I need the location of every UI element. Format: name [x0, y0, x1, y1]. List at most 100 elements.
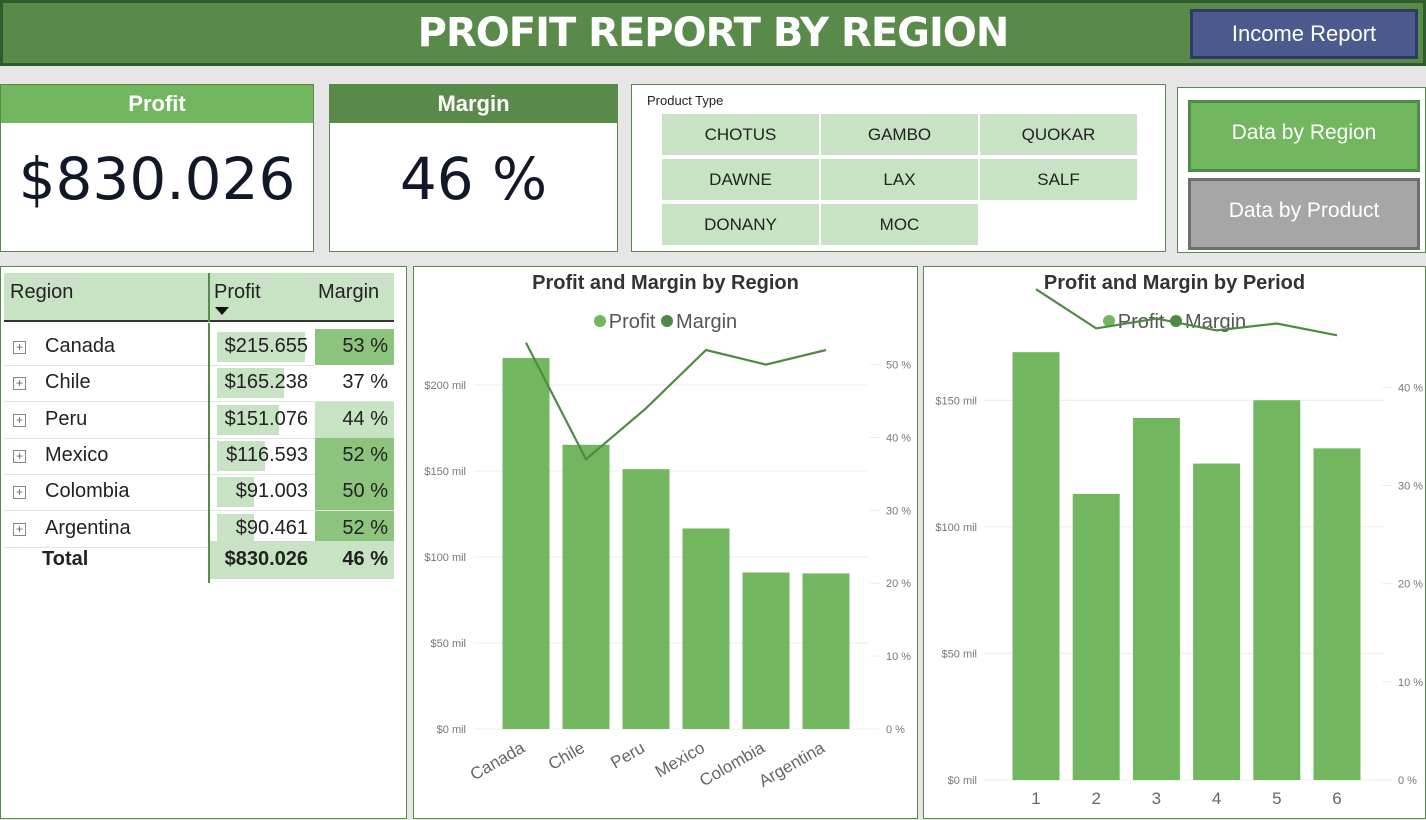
y-axis-left-tick-label: $100 mil	[935, 522, 977, 534]
y-axis-right-tick-label: 10 %	[886, 651, 911, 663]
region-table-panel: Region Profit Margin + Canada $215.655 53 %…	[0, 266, 407, 819]
profit-bar	[562, 444, 610, 729]
table-row[interactable]: + Colombia $91.003 50 %	[4, 474, 394, 512]
table-row[interactable]: + Canada $215.655 53 %	[4, 329, 394, 366]
total-margin: 46 %	[342, 548, 388, 570]
column-header-region[interactable]: Region	[10, 281, 73, 304]
y-axis-left-tick-label: $0 mil	[437, 724, 466, 736]
total-profit: $830.026	[224, 548, 308, 570]
row-profit: $91.003	[235, 480, 308, 503]
profit-bar	[502, 358, 550, 729]
expand-icon[interactable]: +	[13, 522, 26, 536]
expand-icon[interactable]: +	[13, 413, 26, 427]
slicer-option-dawne[interactable]: DAWNE	[662, 159, 819, 200]
y-axis-left-tick-label: $150 mil	[424, 466, 466, 478]
y-axis-right-tick-label: 30 %	[886, 505, 911, 517]
y-axis-left-tick-label: $150 mil	[935, 395, 977, 407]
expand-icon[interactable]: +	[13, 341, 26, 354]
x-axis-category-label: 6	[1332, 789, 1341, 808]
x-axis-category-label: 3	[1152, 789, 1161, 808]
y-axis-left-tick-label: $100 mil	[424, 552, 466, 564]
row-region: Chile	[45, 371, 91, 394]
y-axis-left-tick-label: $50 mil	[431, 638, 466, 650]
slicer-option-gambo[interactable]: GAMBO	[821, 114, 978, 155]
profit-bar	[742, 572, 790, 729]
data-by-product-button[interactable]: Data by Product	[1188, 178, 1420, 250]
x-axis-category-label: 2	[1091, 789, 1100, 808]
slicer-option-lax[interactable]: LAX	[821, 159, 978, 200]
margin-line	[1035, 288, 1338, 337]
data-by-region-button[interactable]: Data by Region	[1188, 100, 1420, 172]
row-region: Mexico	[45, 443, 109, 466]
profit-bar	[682, 528, 730, 729]
row-profit: $151.076	[224, 407, 308, 430]
chart-plot-region: $0 mil $50 mil $100 mil $150 mil $200 mil 0 %…	[424, 342, 911, 791]
column-header-profit[interactable]: Profit	[214, 281, 261, 304]
row-margin: 53 %	[342, 335, 388, 357]
column-header-margin[interactable]: Margin	[318, 281, 379, 304]
profit-card: Profit $830.026	[0, 84, 314, 252]
y-axis-right-tick-label: 40 %	[886, 432, 911, 444]
expand-icon[interactable]: +	[13, 377, 26, 391]
x-axis-category-label: Argentina	[755, 738, 828, 791]
table-total-row: Total $830.026 46 %	[4, 541, 394, 579]
x-axis-category-label: Peru	[607, 738, 648, 772]
x-axis-category-label: Chile	[545, 738, 588, 774]
row-profit: $165.238	[224, 371, 308, 394]
row-margin: 44 %	[342, 407, 388, 430]
slicer-option-donany[interactable]: DONANY	[662, 204, 819, 245]
slicer-option-salf[interactable]: SALF	[980, 159, 1137, 200]
slicer-option-quokar[interactable]: QUOKAR	[980, 114, 1137, 155]
region-table: Region Profit Margin + Canada $215.655 53 %…	[4, 273, 394, 773]
row-margin: 52 %	[342, 443, 388, 466]
profit-bar	[1313, 448, 1361, 780]
margin-cell: 44 %	[315, 401, 394, 438]
row-region: Canada	[45, 335, 116, 357]
profit-bar	[1132, 417, 1180, 780]
table-row[interactable]: + Peru $151.076 44 %	[4, 401, 394, 439]
y-axis-left-tick-label: $0 mil	[948, 775, 977, 787]
expand-icon[interactable]: +	[13, 486, 26, 500]
profit-card-value: $830.026	[18, 145, 296, 213]
margin-cell: 50 %	[315, 474, 394, 511]
y-axis-right-tick-label: 0 %	[1398, 775, 1417, 787]
chart-profit-margin-by-region: Profit and Margin by Region Profit Margi…	[413, 266, 918, 819]
chart-profit-margin-by-period: Profit and Margin by Period Profit Margi…	[923, 266, 1426, 819]
slicer-option-chotus[interactable]: CHOTUS	[662, 114, 819, 155]
profit-bar	[802, 573, 850, 729]
x-axis-category-label: Colombia	[696, 738, 768, 791]
chart-plot-period: $0 mil $50 mil $100 mil $150 mil 0 % 10 % 20 %…	[935, 288, 1423, 808]
row-profit: $90.461	[235, 516, 308, 539]
y-axis-left-tick-label: $50 mil	[942, 648, 977, 660]
margin-card-label: Margin	[330, 85, 617, 123]
table-row[interactable]: + Mexico $116.593 52 %	[4, 437, 394, 475]
slicer-option-moc[interactable]: MOC	[821, 204, 978, 245]
y-axis-right-tick-label: 40 %	[1398, 382, 1423, 394]
profit-bar	[1072, 493, 1120, 780]
x-axis-category-label: 4	[1212, 789, 1221, 808]
y-axis-right-tick-label: 50 %	[886, 360, 911, 372]
x-axis-category-label: Canada	[467, 738, 529, 785]
row-profit: $116.593	[226, 443, 308, 466]
income-report-button[interactable]: Income Report	[1190, 9, 1418, 59]
margin-cell: 37 %	[315, 365, 394, 402]
y-axis-right-tick-label: 0 %	[886, 724, 905, 736]
margin-cell: 53 %	[315, 329, 394, 365]
profit-card-label: Profit	[1, 85, 313, 123]
expand-icon[interactable]: +	[13, 449, 26, 463]
y-axis-right-tick-label: 10 %	[1398, 677, 1423, 689]
table-header: Region Profit Margin	[4, 273, 394, 322]
x-axis-category-label: 1	[1031, 789, 1040, 808]
table-row[interactable]: + Chile $165.238 37 %	[4, 365, 394, 403]
row-margin: 37 %	[342, 371, 388, 394]
total-label: Total	[42, 548, 89, 570]
margin-card-value: 46 %	[399, 145, 548, 213]
y-axis-right-tick-label: 20 %	[1398, 579, 1423, 591]
column-divider	[208, 273, 210, 322]
row-region: Colombia	[45, 480, 130, 503]
nav-panel: Data by Region Data by Product	[1177, 87, 1426, 253]
profit-bar	[1012, 352, 1060, 780]
y-axis-right-tick-label: 30 %	[1398, 481, 1423, 493]
margin-card: Margin 46 %	[329, 84, 618, 252]
row-margin: 52 %	[342, 516, 388, 539]
